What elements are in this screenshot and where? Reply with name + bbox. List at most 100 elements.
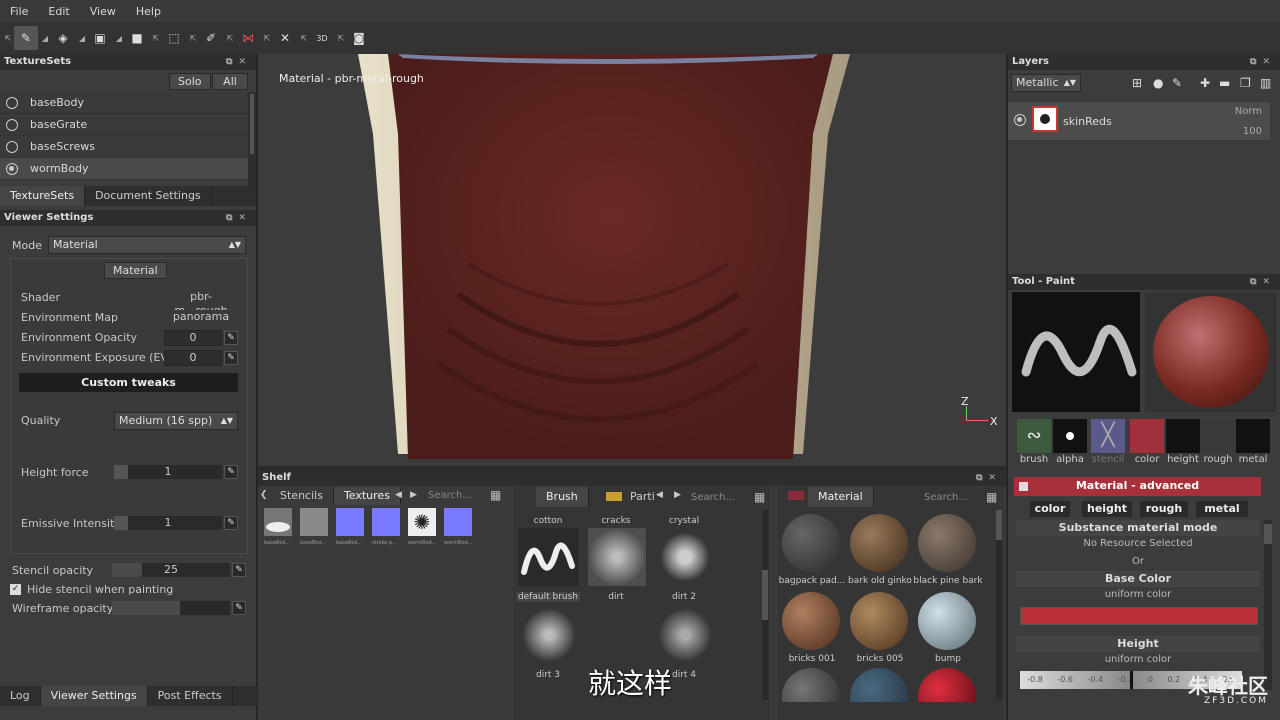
texture-thumb[interactable] xyxy=(372,508,400,536)
duplicate-layer-icon[interactable]: ❐ xyxy=(1240,76,1251,90)
rough-toggle-button[interactable]: rough xyxy=(1140,501,1188,517)
tab-stencils[interactable]: Stencils xyxy=(270,487,334,505)
tab-log[interactable]: Log xyxy=(0,686,41,706)
material-button[interactable]: Material xyxy=(104,262,167,279)
camera-icon[interactable]: ◙ xyxy=(347,26,371,50)
all-button[interactable]: All xyxy=(212,73,248,90)
visibility-radio-icon[interactable] xyxy=(6,97,18,109)
slider-handle[interactable] xyxy=(112,563,142,577)
base-color-swatch[interactable] xyxy=(1020,607,1258,625)
popout-icon[interactable]: ⇱ xyxy=(298,26,310,50)
symmetry-icon[interactable]: ⋈ xyxy=(236,26,260,50)
textureset-item-selected[interactable]: wormBody xyxy=(0,158,248,180)
brush-thumb[interactable] xyxy=(656,606,714,664)
tab-textures[interactable]: Textures xyxy=(333,487,401,505)
add-layer-icon[interactable]: ✚ xyxy=(1200,76,1210,90)
tab-texturesets[interactable]: TextureSets xyxy=(0,186,86,206)
texturesets-scrollbar[interactable] xyxy=(248,92,256,192)
solo-button[interactable]: Solo xyxy=(169,73,211,90)
popout-icon[interactable]: ⇱ xyxy=(335,26,347,50)
material-thumb[interactable] xyxy=(782,592,840,650)
menu-view[interactable]: View xyxy=(80,5,126,18)
tab-post-effects[interactable]: Post Effects xyxy=(148,686,233,706)
material-thumb[interactable] xyxy=(918,514,976,572)
panel-controls[interactable]: ⧉✕ xyxy=(226,54,252,70)
alpha-channel-swatch[interactable] xyxy=(1053,419,1087,453)
texture-thumb[interactable] xyxy=(444,508,472,536)
delete-layer-icon[interactable]: ▥ xyxy=(1260,76,1271,90)
scroll-left-icon[interactable]: ❮ xyxy=(260,490,268,500)
material-scrollbar[interactable] xyxy=(996,510,1002,700)
env-exposure-input[interactable]: 0 xyxy=(164,350,222,366)
quality-dropdown[interactable]: Medium (16 spp) ▲▼ xyxy=(114,412,238,430)
slider-handle[interactable] xyxy=(112,601,180,615)
stencil-opacity-slider[interactable]: 25 xyxy=(112,563,230,577)
height-channel-swatch[interactable] xyxy=(1166,419,1200,453)
height-force-slider[interactable]: 1 xyxy=(114,465,222,479)
popout-icon[interactable]: ⇱ xyxy=(261,26,273,50)
texture-thumb[interactable] xyxy=(336,508,364,536)
popout-icon[interactable]: ◢ xyxy=(39,26,51,50)
textureset-item[interactable]: baseGrate xyxy=(0,114,248,136)
panel-controls[interactable]: ⧉✕ xyxy=(1250,54,1276,70)
custom-tweaks-button[interactable]: Custom tweaks xyxy=(19,373,238,392)
material-thumb[interactable] xyxy=(782,514,840,572)
grid-view-icon[interactable]: ▦ xyxy=(754,491,766,503)
3d-view-icon[interactable]: 3D xyxy=(310,26,334,50)
tab-material[interactable]: Material xyxy=(808,487,874,507)
textureset-item[interactable]: baseScrews xyxy=(0,136,248,158)
3d-viewport[interactable]: Material - pbr-metal-rough Z X xyxy=(258,54,1006,466)
scroll-right-icon[interactable]: ▶ xyxy=(674,490,681,500)
texture-thumb[interactable] xyxy=(264,508,292,536)
search-material-input[interactable]: Search... xyxy=(924,492,968,503)
search-textures-input[interactable]: Search... xyxy=(428,490,472,501)
layer-blend-mode[interactable]: Norm xyxy=(1235,106,1262,117)
material-thumb[interactable] xyxy=(850,592,908,650)
env-opacity-input[interactable]: 0 xyxy=(164,330,222,346)
visibility-radio-icon[interactable] xyxy=(6,141,18,153)
material-advanced-header[interactable]: Material - advanced xyxy=(1014,477,1261,496)
popout-icon[interactable]: ◢ xyxy=(113,26,125,50)
tab-viewer-settings[interactable]: Viewer Settings xyxy=(40,686,148,706)
hide-stencil-checkbox[interactable]: ✓ xyxy=(10,584,21,595)
layer-channel-dropdown[interactable]: Metallic ▲▼ xyxy=(1011,74,1081,92)
slider-handle[interactable] xyxy=(114,516,128,530)
env-map-select[interactable]: panorama xyxy=(164,310,238,326)
panel-controls[interactable]: ⧉✕ xyxy=(226,210,252,226)
add-mask-icon[interactable]: ⊞ xyxy=(1132,76,1142,90)
visibility-radio-icon[interactable] xyxy=(6,119,18,131)
textureset-item[interactable]: baseBody xyxy=(0,92,248,114)
slider-handle[interactable] xyxy=(1130,671,1133,689)
grid-view-icon[interactable]: ▦ xyxy=(986,491,998,503)
paint-brush-icon[interactable]: ✎ xyxy=(14,26,38,50)
projection-icon[interactable]: ▣ xyxy=(88,26,112,50)
edit-pen-icon[interactable]: ✎ xyxy=(224,516,238,530)
brush-thumb[interactable] xyxy=(588,528,646,586)
add-effect-icon[interactable]: ● xyxy=(1153,76,1163,90)
wireframe-slider[interactable]: 58 xyxy=(112,601,230,615)
tool-scrollbar[interactable] xyxy=(1264,520,1272,690)
brush-thumb-default[interactable] xyxy=(518,528,578,586)
layer-row[interactable]: skinReds Norm 100 xyxy=(1008,102,1270,140)
texture-thumb[interactable]: ✺ xyxy=(408,508,436,536)
search-brush-input[interactable]: Search... xyxy=(691,492,735,503)
metal-toggle-button[interactable]: metal xyxy=(1196,501,1248,517)
add-folder-icon[interactable]: ▬ xyxy=(1219,76,1230,90)
edit-pen-icon[interactable]: ✎ xyxy=(224,351,238,365)
height-toggle-button[interactable]: height xyxy=(1082,501,1132,517)
material-thumb[interactable] xyxy=(850,514,908,572)
scroll-left-icon[interactable]: ◀ xyxy=(656,490,663,500)
mode-dropdown[interactable]: Material ▲▼ xyxy=(48,236,246,254)
texture-thumb[interactable] xyxy=(300,508,328,536)
metal-channel-swatch[interactable] xyxy=(1236,419,1270,453)
popout-icon[interactable]: ⇱ xyxy=(224,26,236,50)
color-picker-icon[interactable]: ✐ xyxy=(199,26,223,50)
edit-pen-icon[interactable]: ✎ xyxy=(224,331,238,345)
emissive-slider[interactable]: 1 xyxy=(114,516,222,530)
color-channel-swatch[interactable] xyxy=(1130,419,1164,453)
transform-icon[interactable]: ✕ xyxy=(273,26,297,50)
shader-select[interactable]: pbr-m...rough xyxy=(164,290,238,317)
layer-visibility-icon[interactable] xyxy=(1014,114,1026,126)
edit-pen-icon[interactable]: ✎ xyxy=(232,563,246,577)
edit-pen-icon[interactable]: ✎ xyxy=(232,601,246,615)
